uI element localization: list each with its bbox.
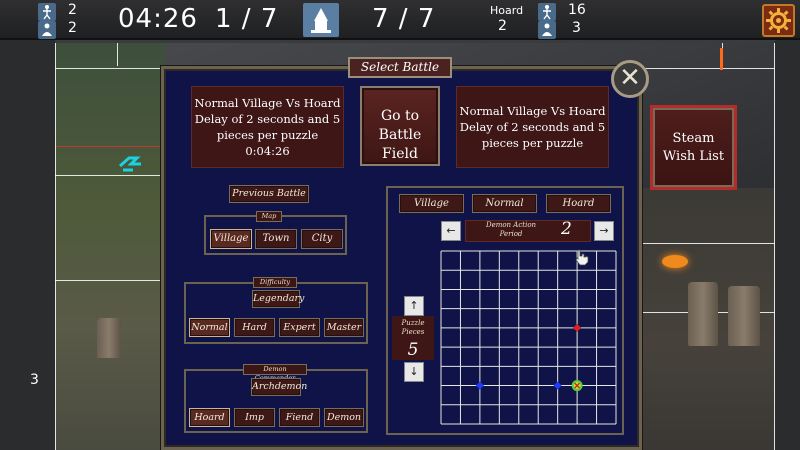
pieces-label-line1: Puzzle — [401, 319, 425, 327]
board-gridline — [55, 175, 161, 176]
hand-cursor-icon — [575, 249, 589, 266]
steam-line1: Steam — [672, 131, 715, 146]
lava-pool — [662, 255, 688, 268]
board-gridline — [55, 68, 161, 69]
puzzle-grid-svg — [440, 250, 617, 425]
current-battle-card: Normal Village Vs Hoard Delay of 2 secon… — [191, 86, 344, 168]
hud-left-top-value: 2 — [68, 2, 77, 18]
puzzle-grid[interactable] — [440, 250, 617, 425]
current-battle-line2: Delay of 2 seconds and 5 — [194, 112, 341, 126]
close-button[interactable]: ✕ — [611, 60, 649, 98]
current-battle-line1: Normal Village Vs Hoard — [194, 96, 341, 110]
difficulty-group-label: Difficulty — [253, 277, 297, 288]
map-group-label: Map — [256, 211, 282, 222]
tower-icon — [303, 3, 339, 37]
next-battle-card: Normal Village Vs Hoard Delay of 2 secon… — [456, 86, 609, 168]
go-to-battlefield-button[interactable]: Go to Battle Field — [360, 86, 440, 166]
go-button-line2: Battle Field — [378, 127, 422, 162]
summary-tab-map[interactable]: Village — [399, 194, 464, 213]
current-battle-line3: pieces per puzzle — [216, 128, 319, 142]
demon-action-period-value: 2 — [561, 219, 572, 239]
tower-icon — [97, 318, 121, 358]
puzzle-pieces-value: 5 — [407, 340, 419, 360]
board-gridline — [774, 43, 775, 450]
previous-battle-button[interactable]: Previous Battle — [229, 185, 309, 203]
pulse-icon — [117, 150, 151, 174]
commander-demon[interactable]: Demon — [324, 408, 364, 427]
board-gridline — [639, 68, 775, 69]
demon-commander-label: Demon Commander — [243, 364, 307, 382]
summary-tab-commander[interactable]: Hoard — [546, 194, 611, 213]
hud-right-top-value: 16 — [568, 2, 586, 18]
human-icon — [538, 3, 556, 21]
board-gridline — [639, 243, 775, 244]
difficulty-expert[interactable]: Expert — [279, 318, 320, 337]
map-option-town[interactable]: Town — [255, 229, 297, 249]
commander-imp[interactable]: Imp — [234, 408, 275, 427]
side-number: 3 — [30, 372, 39, 388]
puzzle-progress: 1 / 7 — [215, 4, 279, 34]
scene-left-margin — [0, 38, 55, 450]
villager-icon — [538, 21, 556, 39]
difficulty-legendary[interactable]: Legendary — [252, 290, 304, 308]
villager-icon — [38, 21, 56, 39]
scene-right-margin — [775, 38, 800, 450]
dialog-title: Select Battle — [348, 57, 452, 78]
gear-icon — [766, 8, 791, 33]
next-battle-line2: Delay of 2 seconds and 5 — [459, 120, 606, 134]
next-battle-line3: pieces per puzzle — [481, 136, 584, 150]
terrain-left — [55, 43, 165, 450]
board-gridline — [55, 43, 56, 450]
barrel-tower — [728, 286, 760, 346]
pieces-label-line2: Pieces — [401, 328, 425, 336]
hoard-value: 2 — [498, 18, 507, 34]
hud-right-bottom-value: 3 — [572, 20, 581, 36]
grid-marker — [553, 381, 562, 390]
human-icon — [38, 3, 56, 21]
go-button-line1: Go to — [380, 108, 420, 124]
steam-wishlist-button[interactable]: Steam Wish List — [650, 105, 737, 190]
grid-marker — [573, 323, 582, 332]
demon-action-period-label: Demon Action Period — [476, 221, 546, 239]
map-option-village[interactable]: Village — [210, 229, 252, 249]
settings-button[interactable] — [762, 4, 795, 37]
period-decrease-button[interactable]: ← — [441, 221, 461, 241]
pieces-decrease-button[interactable]: ↓ — [404, 362, 424, 382]
board-gridline — [117, 43, 118, 66]
period-label-line2: Period — [499, 230, 523, 238]
commander-archdemon[interactable]: Archdemon — [251, 378, 307, 396]
commander-fiend[interactable]: Fiend — [279, 408, 320, 427]
battle-timer: 04:26 — [118, 4, 198, 34]
puzzle-pieces-label: Puzzle Pieces — [392, 319, 434, 337]
top-hud: 2 2 04:26 1 / 7 7 / 7 Hoard 2 16 3 — [0, 0, 800, 40]
difficulty-master[interactable]: Master — [324, 318, 364, 337]
commander-hoard[interactable]: Hoard — [189, 408, 230, 427]
red-marker — [720, 48, 723, 70]
map-option-city[interactable]: City — [301, 229, 343, 249]
period-increase-button[interactable]: → — [594, 221, 614, 241]
difficulty-hard[interactable]: Hard — [234, 318, 275, 337]
board-gridline — [55, 280, 161, 281]
next-battle-line1: Normal Village Vs Hoard — [459, 104, 606, 118]
pieces-increase-button[interactable]: ↑ — [404, 296, 424, 316]
current-battle-time: 0:04:26 — [245, 144, 290, 158]
tower-progress: 7 / 7 — [372, 4, 436, 34]
summary-tab-difficulty[interactable]: Normal — [472, 194, 537, 213]
grid-marker — [475, 381, 484, 390]
difficulty-normal[interactable]: Normal — [189, 318, 230, 337]
board-gridline-red — [55, 146, 161, 147]
hoard-label: Hoard — [490, 4, 524, 17]
barrel-tower — [688, 282, 718, 346]
steam-line2: Wish List — [662, 149, 725, 164]
hud-left-bottom-value: 2 — [68, 20, 77, 36]
period-label-line1: Demon Action — [485, 221, 537, 229]
